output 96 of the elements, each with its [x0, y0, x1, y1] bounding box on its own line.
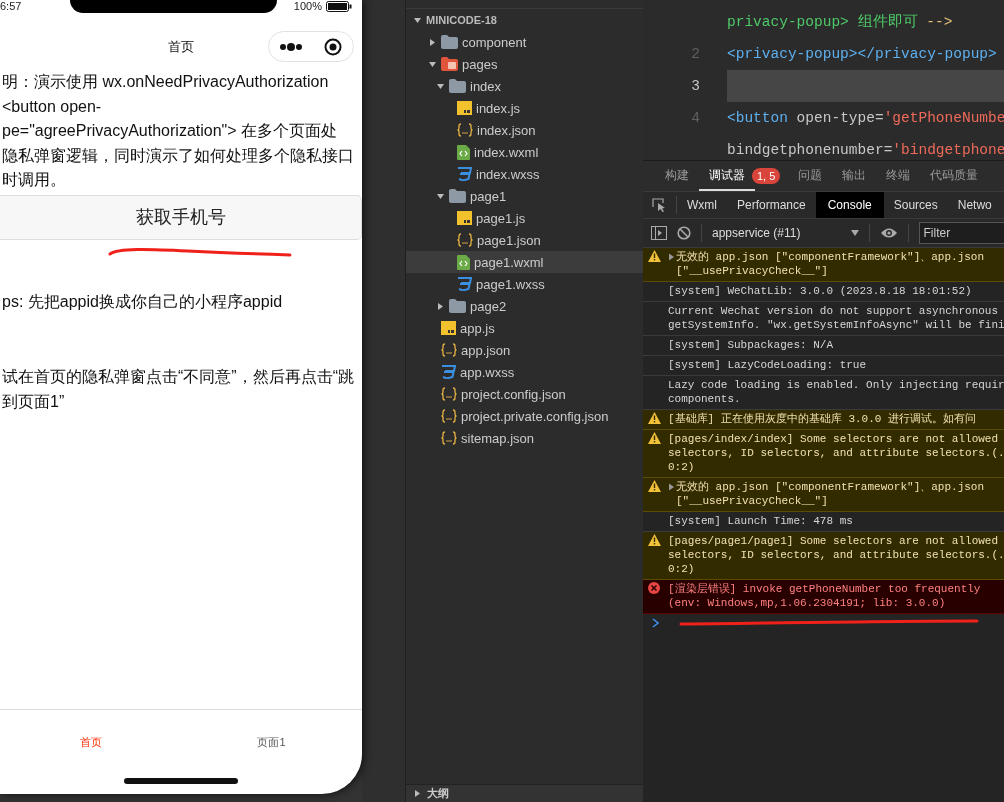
expanded-arrow-icon[interactable] — [413, 16, 421, 24]
expanded-arrow-icon[interactable] — [428, 60, 436, 68]
file-tree-item[interactable]: page2 — [406, 295, 643, 317]
folder-icon — [441, 35, 458, 49]
folder-icon — [449, 299, 466, 313]
braces-file-icon — [441, 409, 457, 423]
filter-field[interactable]: Filter — [918, 222, 1004, 244]
expanded-arrow-icon[interactable] — [436, 192, 444, 200]
css-file-icon — [457, 167, 472, 181]
file-tree-item[interactable]: index.js — [406, 97, 643, 119]
file-tree-item[interactable]: page1 — [406, 185, 643, 207]
file-tree-item[interactable]: page1.js — [406, 207, 643, 229]
capsule-menu[interactable] — [268, 31, 354, 62]
devtools-tab[interactable]: Console — [815, 192, 884, 218]
message-text: [system] Subpackages: N/A — [668, 338, 834, 352]
file-tree-item[interactable]: project.config.json — [406, 383, 643, 405]
eye-icon[interactable] — [879, 227, 898, 239]
battery-percent: 100% — [293, 0, 322, 12]
message-text: Current Wechat version do not support asynchronous getSystemInfo. "wx.getSystemInfoAsync" will be fini — [668, 304, 1004, 332]
message-text: Lazy code loading is enabled. Only injecting requir components. — [668, 378, 1004, 406]
status-time: 6:57 — [0, 0, 22, 12]
js-file-icon — [441, 321, 456, 335]
code-line: privacy-popup> 组件即可 --> — [727, 13, 954, 32]
file-tree-item[interactable]: project.private.config.json — [406, 405, 643, 427]
file-tree-item[interactable]: app.js — [406, 317, 643, 339]
collapsed-arrow-icon[interactable] — [414, 790, 421, 797]
braces-file-icon — [441, 431, 457, 445]
file-tree-item[interactable]: component — [406, 31, 643, 53]
file-tree-item[interactable]: index.wxss — [406, 163, 643, 185]
folder-icon — [449, 79, 466, 93]
more-icon[interactable] — [280, 42, 302, 51]
tabbar-item[interactable]: 首页 — [79, 734, 102, 750]
message-text: [system] WeChatLib: 3.0.0 (2023.8.18 18:01:52) — [668, 284, 972, 298]
file-tree-item[interactable]: index.wxml — [406, 141, 643, 163]
js-file-icon — [457, 101, 472, 115]
message-text: [pages/page1/page1] Some selectors are not allowed selectors, ID selectors, and attribute selectors.(. 0:2) — [668, 534, 1004, 576]
file-tree-item[interactable]: sitemap.json — [406, 427, 643, 449]
line-number: 3 — [690, 78, 700, 94]
file-tree-item[interactable]: pages — [406, 53, 643, 75]
panel-tab[interactable]: 问题 — [788, 161, 833, 191]
tips-text: ps: 先把appid换成你自己的小程序appid — [1, 291, 284, 312]
nav-title: 首页 — [168, 38, 194, 56]
panel-tab[interactable]: 终端 — [876, 161, 921, 191]
code-file-icon — [457, 254, 470, 270]
file-tree-item[interactable]: page1.wxml — [406, 251, 643, 273]
file-tree-item[interactable]: app.wxss — [406, 361, 643, 383]
code-line: <button open-type='getPhoneNumbe — [727, 109, 1004, 128]
devtools-tab[interactable]: Performance — [727, 192, 816, 218]
message-text: [system] Launch Time: 478 ms — [668, 514, 853, 528]
panel-tab[interactable]: 输出 — [832, 161, 877, 191]
message-text: 无效的 app.json ["componentFramework"]、app.json ["__usePrivacyCheck__"] — [676, 480, 985, 508]
clear-console-icon[interactable] — [677, 226, 691, 240]
count-badge: 1, 5 — [752, 168, 781, 184]
context-dropdown[interactable]: appservice (#11) — [712, 226, 859, 240]
code-file-icon — [457, 144, 470, 160]
file-tree-item[interactable]: app.json — [406, 339, 643, 361]
file-tree-item[interactable]: page1.json — [406, 229, 643, 251]
collapsed-arrow-icon[interactable] — [436, 302, 444, 310]
inspect-icon[interactable] — [652, 198, 666, 212]
message-text: [基础库] 正在使用灰度中的基础库 3.0.0 进行调试。如有问 — [668, 412, 976, 426]
battery-icon — [326, 0, 352, 12]
code-line: <privacy-popup></privacy-popup> — [727, 45, 998, 64]
message-text: [system] LazyCodeLoading: true — [668, 358, 867, 372]
message-text: 无效的 app.json ["componentFramework"]、app.json ["__usePrivacyCheck__"] — [676, 250, 985, 278]
message-text: [渲染层错误] invoke getPhoneNumber too frequently (env: Windows,mp,1.06.2304191; lib: 3.0.0) — [668, 582, 981, 610]
hint-text: 试在首页的隐私弹窗点击“不同意”，然后再点击“跳 到页面1” — [1, 366, 355, 412]
explorer-section-header[interactable]: MINICODE-18 — [406, 9, 643, 31]
outline-section-header[interactable]: 大纲 — [406, 784, 643, 802]
file-tree-item[interactable]: index.json — [406, 119, 643, 141]
file-tree-item[interactable]: page1.wxss — [406, 273, 643, 295]
sidebar-toggle-icon[interactable] — [651, 226, 667, 240]
get-phone-button[interactable]: 获取手机号 — [0, 194, 362, 240]
braces-file-icon — [457, 123, 473, 137]
panel-tab[interactable]: 构建 — [655, 161, 699, 191]
panel-tab[interactable]: 代码质量 — [920, 161, 989, 191]
braces-file-icon — [457, 233, 473, 247]
expanded-arrow-icon[interactable] — [436, 82, 444, 90]
caret-icon — [850, 230, 859, 236]
js-file-icon — [457, 211, 472, 225]
braces-file-icon — [441, 343, 457, 357]
folder-icon — [449, 189, 466, 203]
message-text: [pages/index/index] Some selectors are not allowed selectors, ID selectors, and attribute selectors.(. 0:2) — [668, 432, 1004, 474]
css-file-icon — [441, 365, 456, 379]
collapsed-arrow-icon[interactable] — [428, 38, 436, 46]
code-line: bindgetphonenumber='bindgetphone — [727, 141, 1004, 160]
prompt-icon — [652, 618, 659, 628]
devtools-tab[interactable]: Wxml — [677, 192, 727, 218]
devtools-tab[interactable]: Sources — [883, 192, 948, 218]
folder-icon — [441, 57, 458, 71]
braces-file-icon — [441, 387, 457, 401]
tabbar-item[interactable]: 页面1 — [257, 734, 286, 750]
close-target-icon[interactable] — [324, 37, 342, 56]
css-file-icon — [457, 277, 472, 291]
file-tree-item[interactable]: index — [406, 75, 643, 97]
description-text: 明：演示使用 wx.onNeedPrivacyAuthorization <button open- pe="agreePrivacyAuthorization"> 在多个页面处 隐私弹窗逻辑，同时演示了如何处理多个隐私接口 时调用。 — [1, 72, 355, 190]
devtools-tab[interactable]: Netwo — [947, 192, 1002, 218]
